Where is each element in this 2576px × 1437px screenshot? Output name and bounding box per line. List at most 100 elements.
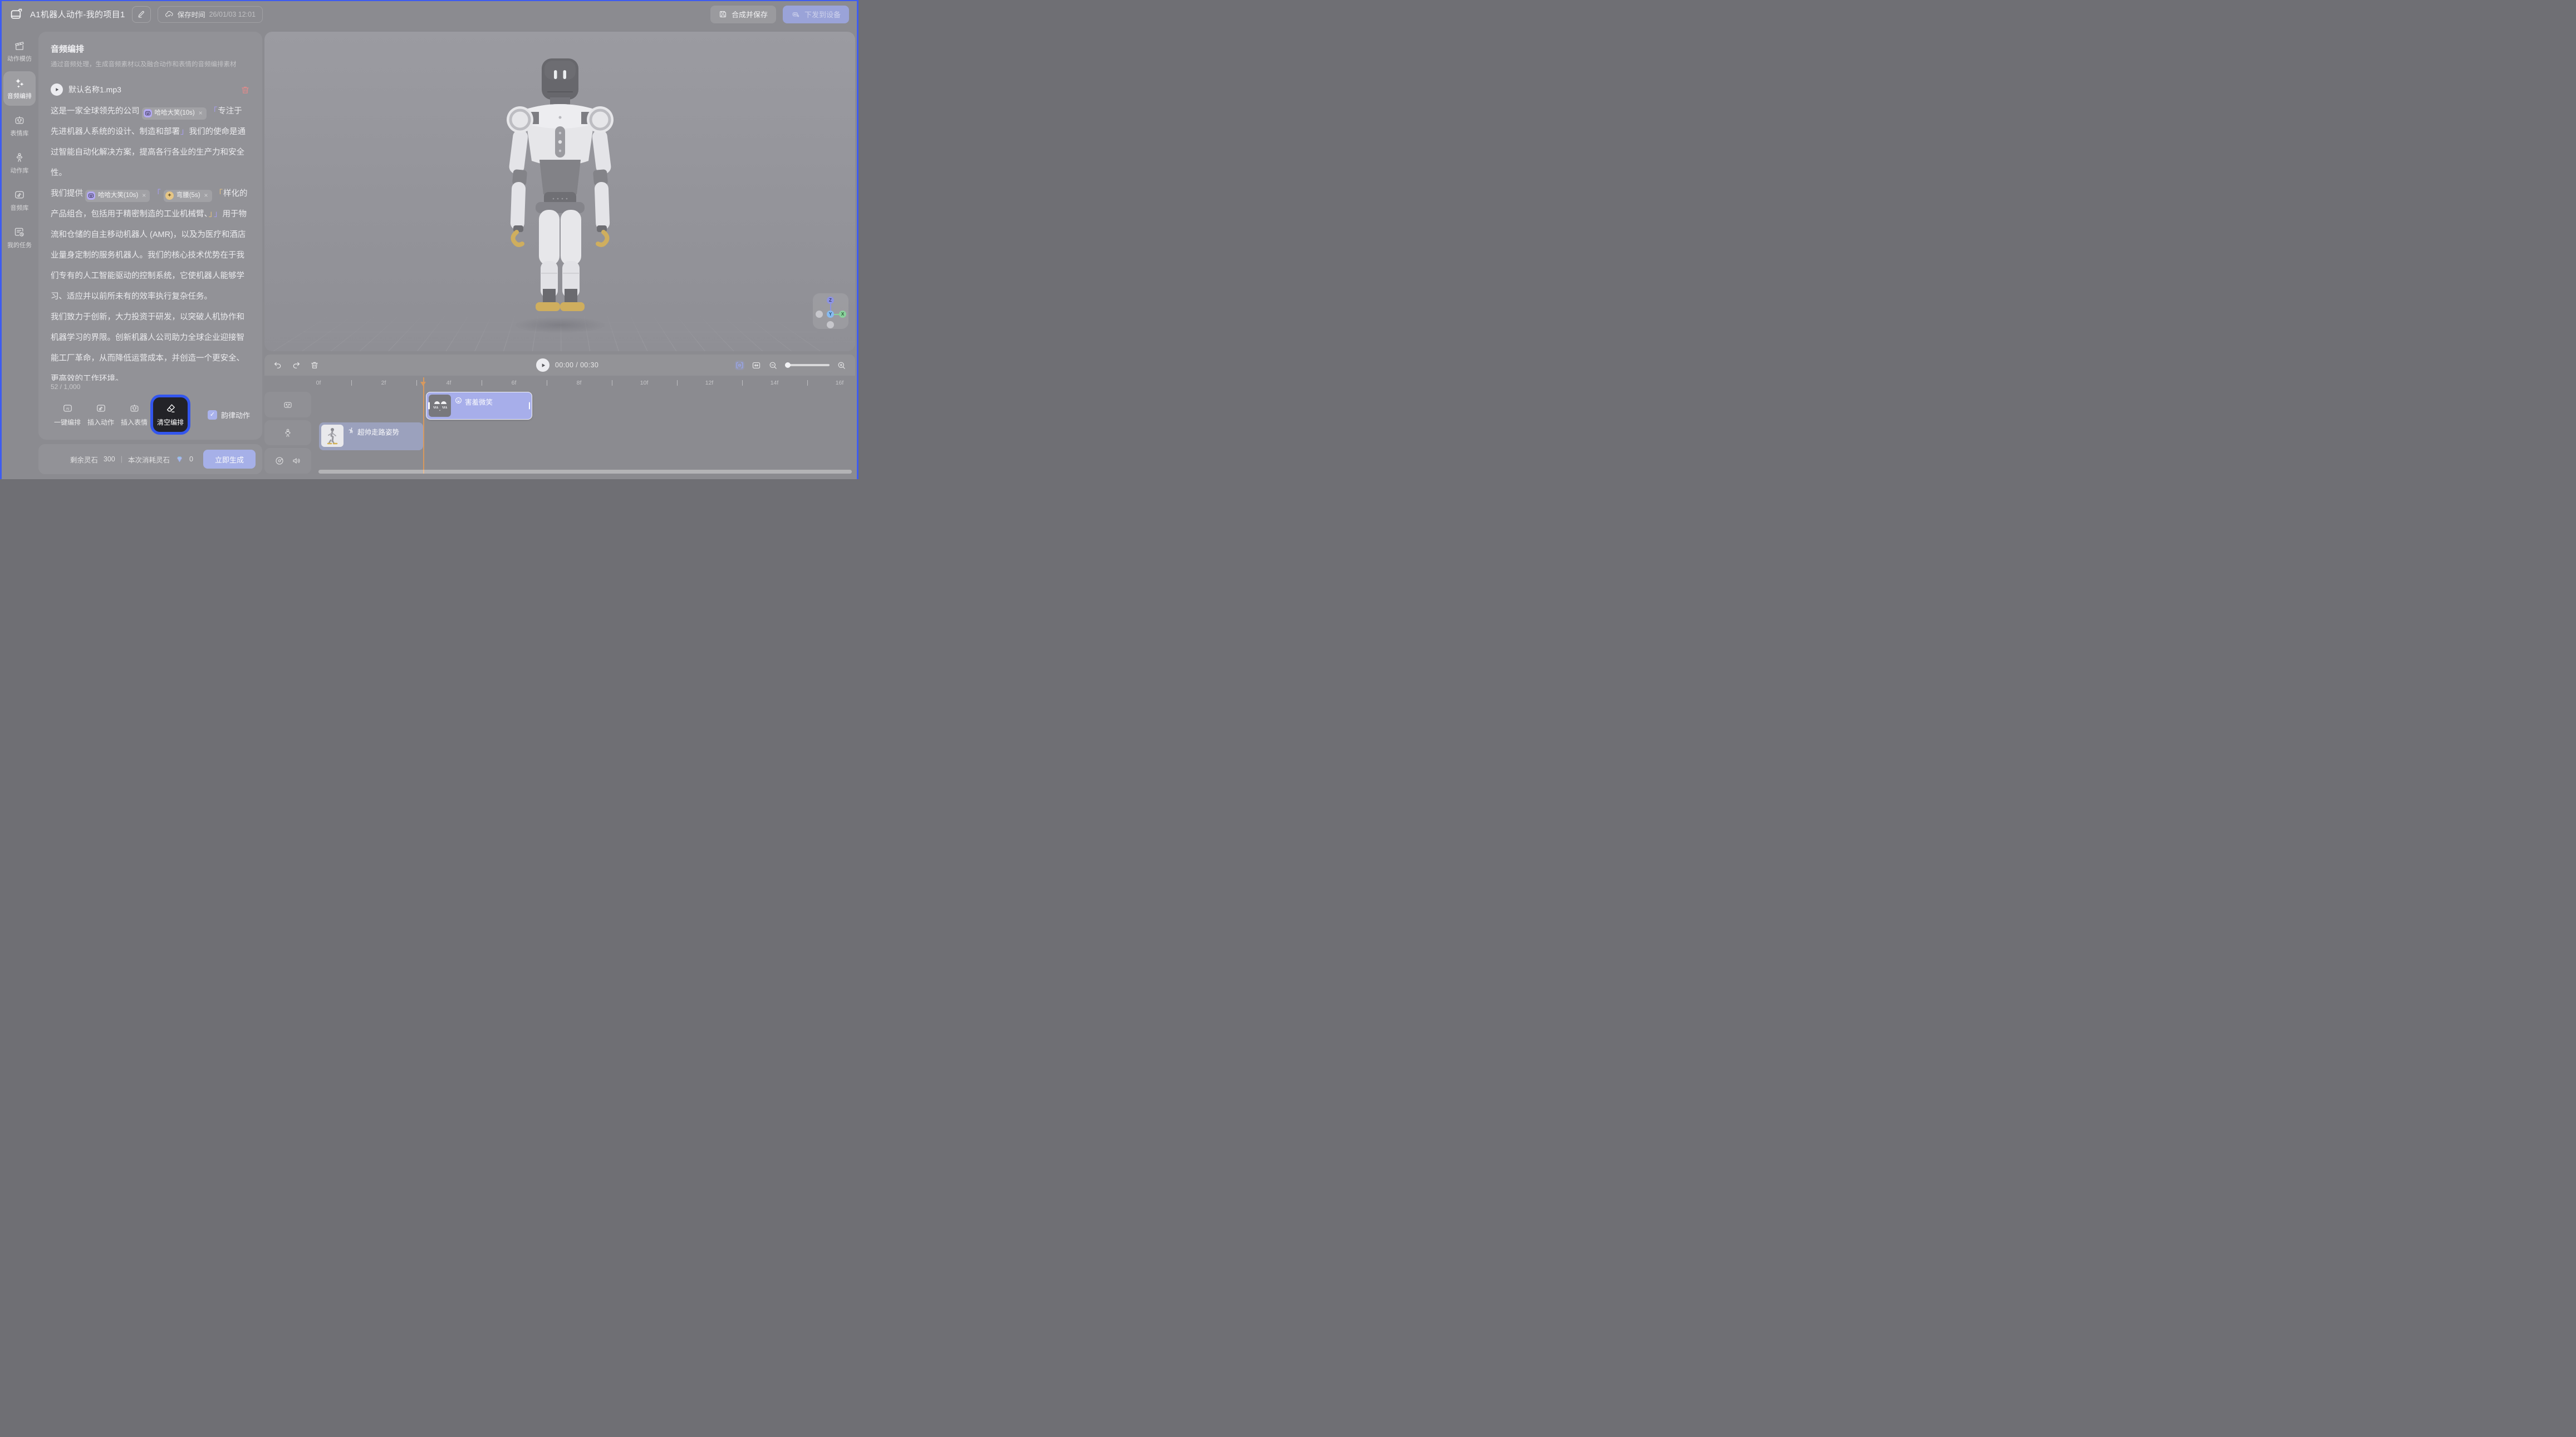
quote-mark: 」 (213, 210, 223, 219)
gizmo-z-axis[interactable]: Z (827, 297, 834, 304)
gizmo-x-axis[interactable]: X (839, 311, 846, 318)
rhythm-motion-checkbox[interactable]: ✓ (208, 410, 217, 420)
editor-text: 这是一家全球领先的公司 (51, 107, 140, 116)
editor-text: 我们致力于创新，大力投资于研发，以突破人机协作和机器学习的界限。创新机器人公司助… (51, 313, 244, 381)
remaining-stones-label: 剩余灵石 (70, 454, 98, 465)
sidebar-item-label: 我的任务 (7, 240, 32, 249)
tag-close-button[interactable]: × (199, 103, 203, 124)
ruler-label: 4f (446, 380, 452, 386)
ruler-tick (742, 380, 743, 386)
button-label: 插入表情 (121, 417, 148, 427)
gizmo-neg-axis[interactable] (816, 311, 823, 318)
insert-action-button[interactable]: 插入动作 (84, 403, 117, 427)
sidebar-item-audio-orchestration[interactable]: 音频编排 (3, 71, 36, 106)
generate-now-button[interactable]: 立即生成 (203, 450, 256, 469)
timeline-scrollbar[interactable] (318, 470, 852, 474)
cloud-check-icon (165, 10, 174, 19)
tag-label: 哈哈大笑(10s) (98, 185, 138, 206)
robot-model (488, 55, 632, 328)
slider-thumb[interactable] (785, 362, 791, 368)
disc-icon (274, 456, 284, 466)
merge-save-button[interactable]: 合成并保存 (710, 6, 776, 23)
rename-button[interactable] (132, 6, 151, 23)
ruler-tick (351, 380, 352, 386)
app-root: A1机器人动作-我的项目1 保存时间 26/01/03 12:01 合成并保存 … (0, 0, 858, 479)
ai-icon: AI (62, 403, 73, 414)
audio-file-name: 默认名称1.mp3 (68, 84, 121, 95)
char-counter: 52 / 1,000 (51, 383, 250, 391)
sidebar-item-label: 动作模仿 (7, 54, 32, 63)
expression-tag[interactable]: 哈哈大笑(10s)× (85, 190, 150, 202)
gizmo-y-axis[interactable]: Y (827, 311, 834, 318)
ruler-label: 14f (771, 380, 779, 386)
action-clip[interactable]: 超帅走路姿势 (319, 422, 423, 450)
timeline-play-button[interactable] (536, 358, 549, 372)
expression-tag-icon (87, 191, 95, 200)
script-editor[interactable]: 这是一家全球领先的公司哈哈大笑(10s)×「专注于先进机器人系统的设计、制造和部… (51, 101, 250, 381)
expression-track-header (264, 392, 311, 417)
sidebar-item-label: 音频编排 (7, 91, 32, 100)
undo-button[interactable] (273, 361, 282, 370)
quote-mark: 「 (209, 107, 218, 116)
auto-fit-toggle[interactable] (735, 361, 744, 370)
editor-actions-row: AI 一键编排 插入动作 插入表情 (51, 396, 250, 433)
zoom-in-button[interactable] (837, 361, 846, 370)
sidebar-item-audio-library[interactable]: 音频库 (3, 183, 36, 218)
top-bar: A1机器人动作-我的项目1 保存时间 26/01/03 12:01 合成并保存 … (2, 1, 857, 27)
save-status: 保存时间 26/01/03 12:01 (158, 6, 263, 23)
pencil-icon (137, 10, 145, 18)
audio-track-header (264, 448, 311, 474)
zoom-out-button[interactable] (768, 361, 778, 370)
action-tag[interactable]: 弯腰(5s)× (164, 190, 212, 202)
delete-audio-button[interactable] (241, 85, 250, 95)
divider: | (121, 455, 122, 463)
save-time-label: 保存时间 (178, 9, 205, 19)
tag-label: 弯腰(5s) (176, 185, 200, 206)
x-axis-line (834, 314, 839, 315)
audio-play-button[interactable] (51, 83, 63, 96)
robot-face-icon (129, 403, 140, 414)
ruler-label: 6f (512, 380, 517, 386)
playhead[interactable] (423, 377, 424, 474)
tag-close-button[interactable]: × (142, 185, 146, 206)
cost-stones-label: 本次消耗灵石 (128, 454, 170, 465)
action-clip-name: 超帅走路姿势 (357, 426, 399, 437)
volume-icon[interactable] (292, 456, 302, 466)
redo-button[interactable] (292, 361, 301, 370)
expression-clip[interactable]: 害羞微笑 (426, 392, 532, 420)
gizmo-neg-axis[interactable] (827, 321, 834, 328)
ruler-label: 16f (836, 380, 844, 386)
expression-clip-name: 害羞微笑 (465, 396, 493, 407)
ruler-label: 2f (381, 380, 386, 386)
tag-close-button[interactable]: × (204, 185, 208, 206)
editor-text: 我们提供 (51, 189, 83, 198)
one-key-orchestrate-button[interactable]: AI 一键编排 (51, 403, 84, 427)
delete-clip-button[interactable] (310, 361, 319, 370)
deploy-button[interactable]: 下发到设备 (783, 6, 849, 23)
rhythm-motion-option: ✓ 韵律动作 (208, 410, 250, 420)
expression-tag[interactable]: 哈哈大笑(10s)× (142, 107, 207, 120)
ruler-tick (547, 380, 548, 386)
expression-lane: 害羞微笑 (313, 392, 854, 420)
sidebar-item-expression-library[interactable]: 表情库 (3, 109, 36, 143)
sidebar-item-my-tasks[interactable]: 我的任务 (3, 220, 36, 255)
ruler-label: 10f (640, 380, 649, 386)
clear-orchestration-button[interactable]: 清空编排 (153, 397, 188, 432)
quote-mark: 」 (180, 127, 189, 136)
fit-timeline-button[interactable] (752, 361, 761, 370)
play-icon (540, 362, 546, 368)
track-headers (264, 392, 311, 474)
sidebar-item-motion-mimic[interactable]: 动作模仿 (3, 34, 36, 68)
sidebar: 动作模仿 音频编排 表情库 动作库 (2, 27, 37, 479)
viewport-3d[interactable]: Z Y X (264, 32, 855, 351)
save-time-value: 26/01/03 12:01 (209, 11, 256, 18)
sidebar-item-label: 音频库 (11, 203, 29, 212)
sidebar-item-action-library[interactable]: 动作库 (3, 146, 36, 180)
timeline-ruler[interactable]: 0f 2f 4f 6f 8f 10f 12f 14f 16f (313, 377, 854, 390)
insert-expression-button[interactable]: 插入表情 (117, 403, 151, 427)
ruler-label: 0f (316, 380, 321, 386)
timeline-zoom-slider[interactable] (785, 364, 830, 366)
view-gizmo[interactable]: Z Y X (813, 293, 848, 329)
ruler-tick (482, 380, 483, 386)
ruler-tick (612, 380, 613, 386)
